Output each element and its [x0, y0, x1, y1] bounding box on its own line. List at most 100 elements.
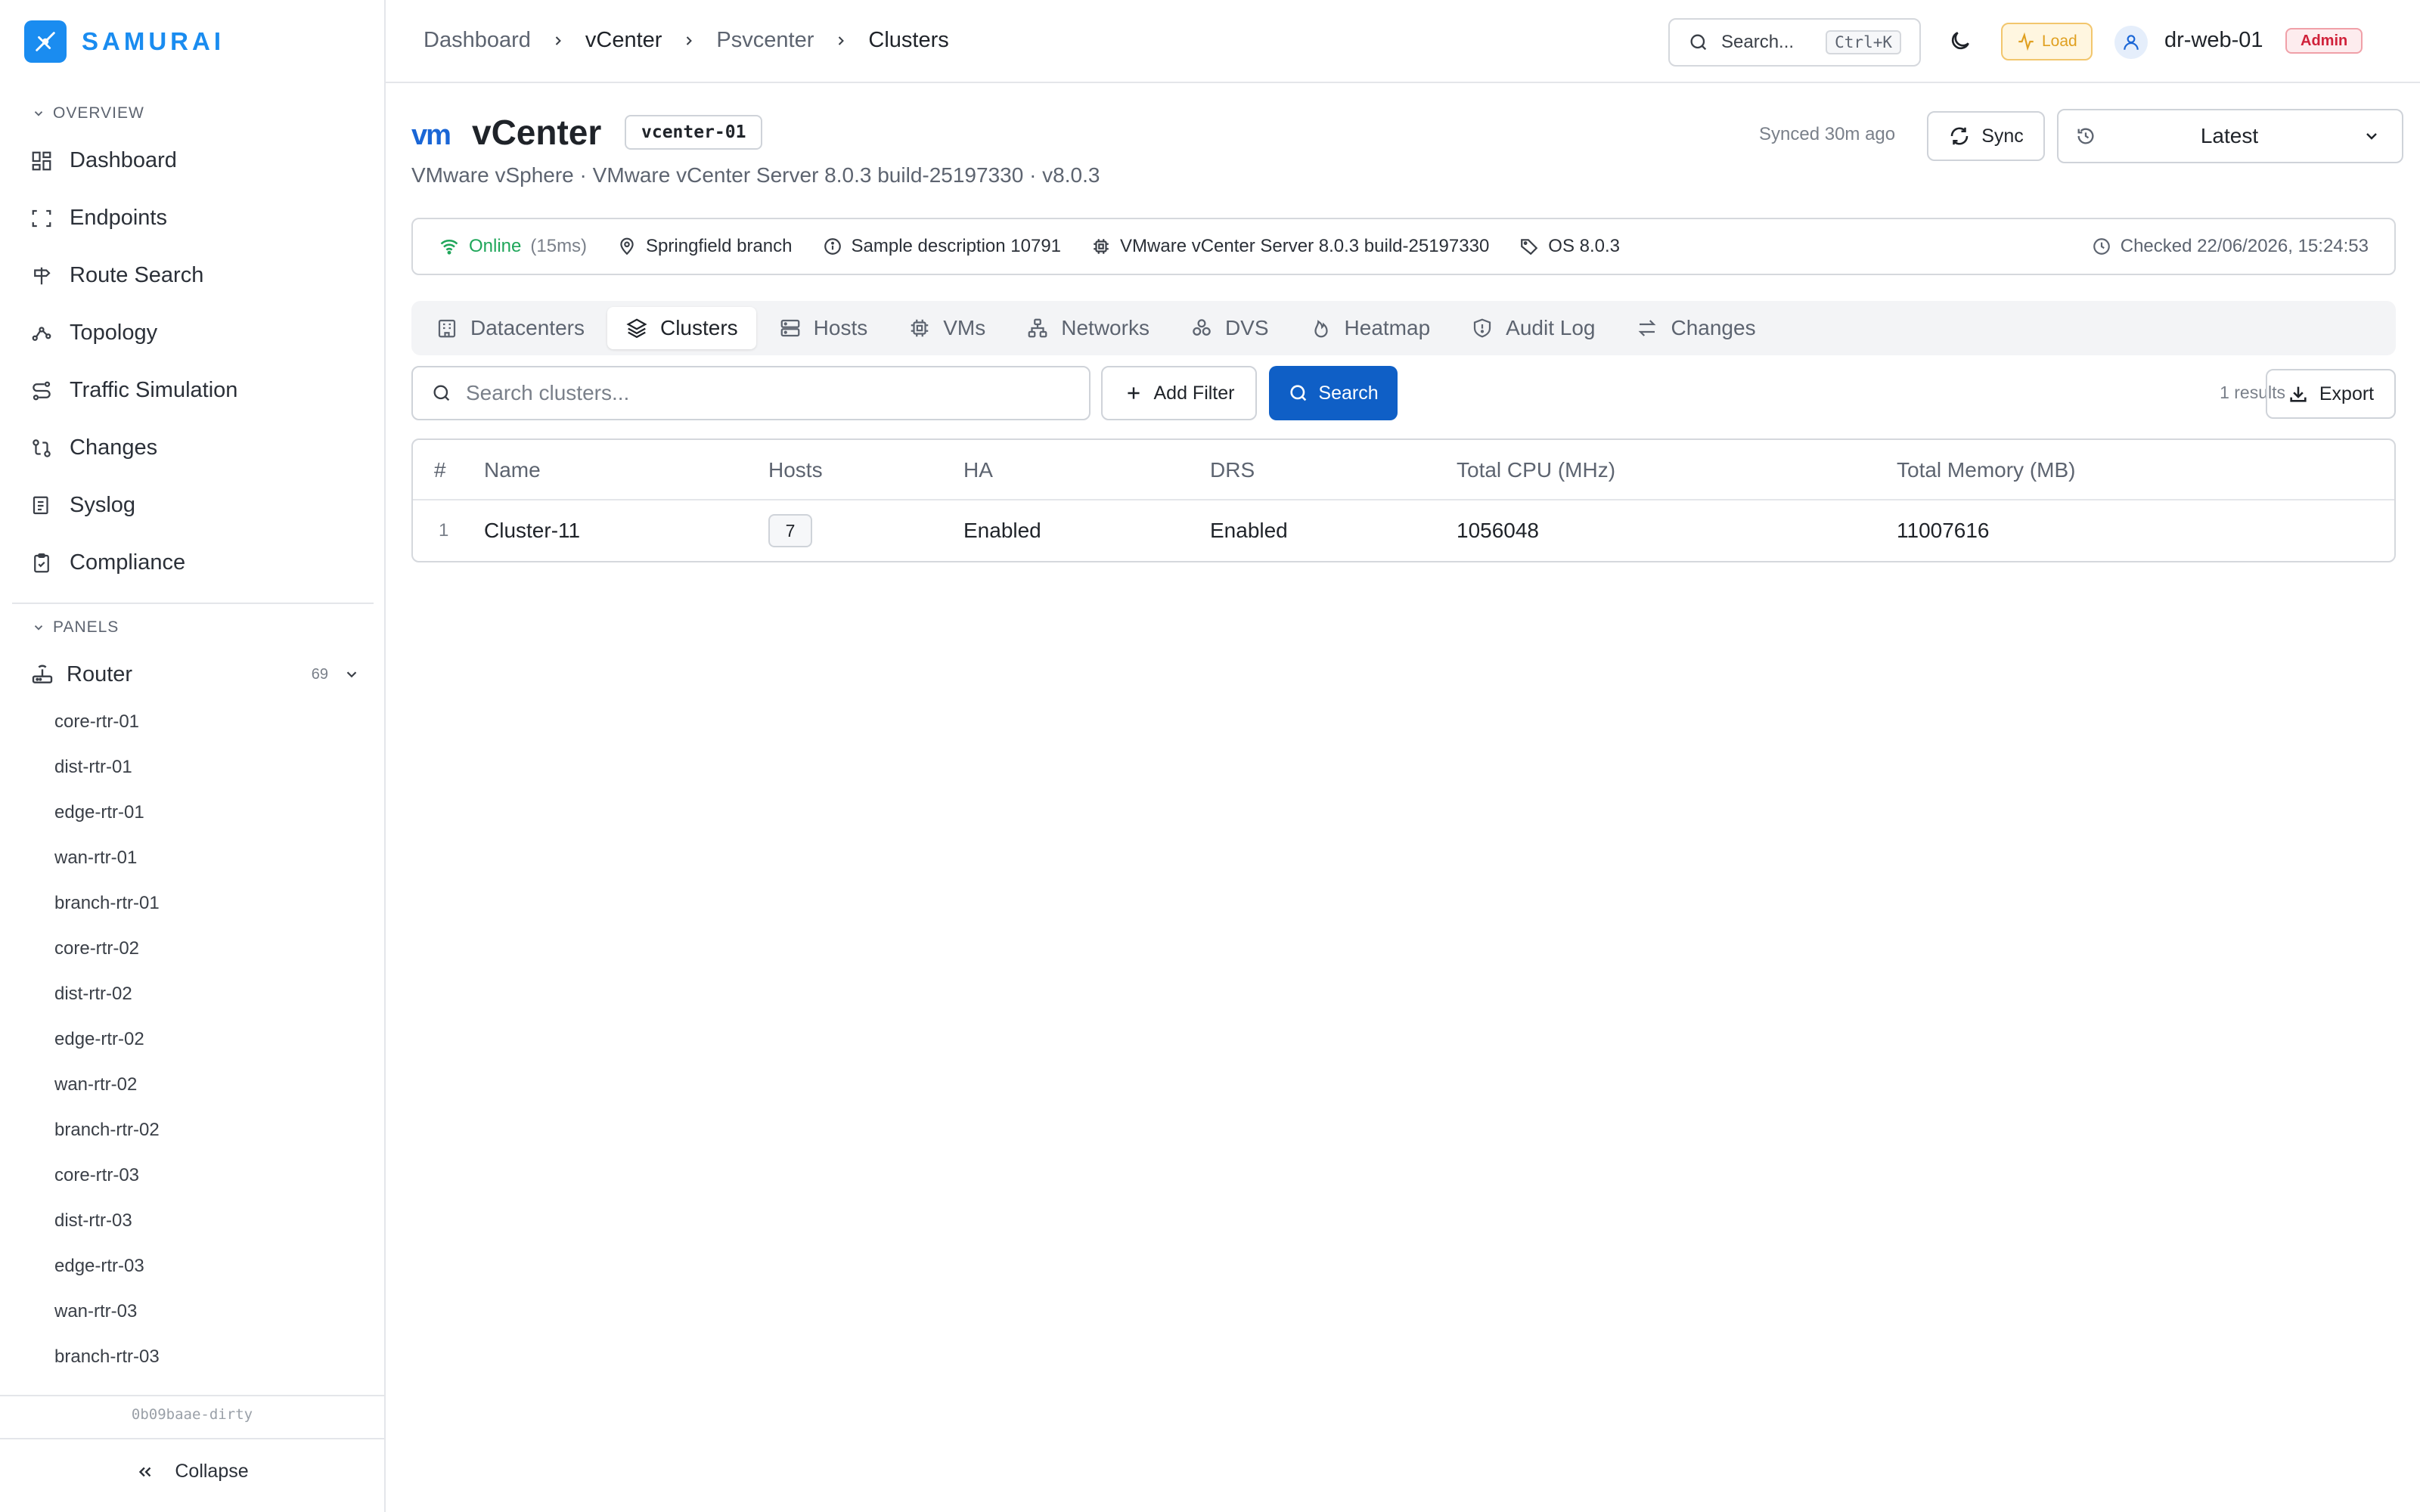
sidebar-item-syslog[interactable]: Syslog: [30, 493, 135, 518]
router-item[interactable]: core-rtr-03: [54, 1165, 139, 1186]
clock-icon: [2093, 238, 2110, 255]
router-item[interactable]: branch-rtr-03: [54, 1346, 160, 1368]
tab-heatmap[interactable]: Heatmap: [1292, 307, 1449, 349]
router-label: Router: [67, 662, 133, 686]
tab-audit-log[interactable]: Audit Log: [1453, 307, 1613, 349]
description-info: Sample description 10791: [823, 236, 1061, 257]
tab-datacenters[interactable]: Datacenters: [417, 307, 603, 349]
sidebar-divider: [0, 1395, 384, 1396]
brand[interactable]: SAMURAI: [24, 20, 225, 63]
column-header-name[interactable]: Name: [484, 440, 541, 500]
page-subtitle: VMware vSphere · VMware vCenter Server 8…: [411, 163, 1100, 187]
collapse-button[interactable]: Collapse: [0, 1461, 384, 1483]
chevron-down-icon[interactable]: [343, 666, 360, 683]
cpu-icon: [911, 319, 929, 337]
tab-vms[interactable]: VMs: [890, 307, 1004, 349]
overview-label: OVERVIEW: [53, 104, 144, 122]
cluster-search-field[interactable]: [411, 366, 1091, 420]
server-icon: [780, 319, 800, 337]
topbar: Dashboard vCenter Psvcenter Clusters Sea…: [386, 0, 2420, 83]
column-header-ha[interactable]: HA: [963, 440, 993, 500]
overview-section-toggle[interactable]: OVERVIEW: [32, 104, 144, 122]
breadcrumb-psvcenter[interactable]: Psvcenter: [716, 28, 814, 53]
collapse-label: Collapse: [175, 1461, 249, 1482]
tab-dvs[interactable]: DVS: [1172, 307, 1287, 349]
router-item[interactable]: edge-rtr-01: [54, 802, 144, 823]
avatar[interactable]: [2114, 26, 2148, 59]
column-header-cpu[interactable]: Total CPU (MHz): [1457, 440, 1615, 500]
tab-label: Networks: [1061, 316, 1150, 339]
export-label: Export: [2319, 383, 2375, 404]
moon-icon: [1951, 32, 1969, 50]
column-header-drs[interactable]: DRS: [1210, 440, 1255, 500]
router-item[interactable]: edge-rtr-02: [54, 1029, 144, 1050]
router-item[interactable]: dist-rtr-01: [54, 757, 132, 778]
export-button[interactable]: Export: [2266, 369, 2396, 419]
sync-label: Sync: [1981, 125, 2024, 147]
sidebar-item-topology[interactable]: Topology: [30, 321, 157, 345]
sidebar-item-route-search[interactable]: Route Search: [30, 263, 203, 288]
sidebar-group-router[interactable]: Router 69: [30, 659, 360, 689]
shortcut-hint: Ctrl+K: [1826, 30, 1901, 54]
sidebar-item-traffic-simulation[interactable]: Traffic Simulation: [30, 378, 237, 403]
device-info-bar: Online (15ms) Springfield branch Sample …: [411, 218, 2396, 275]
total-memory: 11007616: [1897, 519, 1990, 542]
tab-networks[interactable]: Networks: [1008, 307, 1168, 349]
breadcrumb-vcenter[interactable]: vCenter: [585, 28, 662, 53]
tab-hosts[interactable]: Hosts: [761, 307, 886, 349]
cluster-search-input[interactable]: [466, 381, 1086, 405]
hosts-count-badge: 7: [768, 514, 812, 547]
router-item[interactable]: dist-rtr-02: [54, 984, 132, 1005]
sync-button[interactable]: Sync: [1927, 111, 2045, 161]
column-header-hosts[interactable]: Hosts: [768, 440, 823, 500]
breadcrumb-dashboard[interactable]: Dashboard: [424, 28, 531, 53]
router-item[interactable]: core-rtr-01: [54, 711, 139, 733]
row-index: 1: [439, 520, 449, 541]
status-text: Online: [469, 236, 522, 256]
router-item[interactable]: core-rtr-02: [54, 938, 139, 959]
column-header-memory[interactable]: Total Memory (MB): [1897, 440, 2075, 500]
table-row[interactable]: 1 Cluster-11 7 Enabled Enabled 1056048 1…: [413, 500, 2394, 561]
global-search[interactable]: Search... Ctrl+K: [1668, 18, 1921, 67]
location-info: Springfield branch: [617, 236, 793, 257]
samurai-logo-icon: [24, 20, 67, 63]
search-button[interactable]: Search: [1269, 366, 1398, 420]
tab-clusters[interactable]: Clusters: [607, 307, 756, 349]
network-icon: [1028, 318, 1047, 338]
chevron-down-icon: [34, 625, 43, 631]
tab-changes[interactable]: Changes: [1618, 307, 1773, 349]
load-label: Load: [2042, 33, 2077, 50]
tab-label: DVS: [1224, 316, 1269, 339]
activity-icon: [2018, 32, 2034, 51]
sidebar-item-changes[interactable]: Changes: [30, 435, 157, 460]
sidebar-item-label: Compliance: [70, 550, 186, 575]
last-checked: Checked 22/06/2026, 15:24:53: [2092, 236, 2369, 257]
router-item[interactable]: wan-rtr-01: [54, 847, 137, 869]
router-item[interactable]: wan-rtr-02: [54, 1074, 137, 1095]
sidebar-item-endpoints[interactable]: Endpoints: [30, 206, 167, 231]
router-icon: [32, 665, 53, 683]
chevrons-left-icon: [139, 1467, 151, 1476]
snapshot-select[interactable]: Latest: [2057, 109, 2403, 163]
ha-status: Enabled: [963, 519, 1041, 542]
checked-text: Checked 22/06/2026, 15:24:53: [2120, 236, 2369, 256]
add-filter-button[interactable]: Add Filter: [1101, 366, 1257, 420]
panels-section-toggle[interactable]: PANELS: [32, 618, 119, 637]
clusters-table: # Name Hosts HA DRS Total CPU (MHz) Tota…: [411, 438, 2396, 562]
theme-toggle[interactable]: [1948, 29, 1972, 53]
sidebar-item-label: Endpoints: [70, 206, 167, 230]
cluster-name[interactable]: Cluster-11: [484, 500, 580, 561]
signpost-icon: [34, 267, 51, 284]
sidebar-item-dashboard[interactable]: Dashboard: [30, 148, 177, 173]
sidebar-item-compliance[interactable]: Compliance: [30, 550, 185, 575]
router-item[interactable]: wan-rtr-03: [54, 1301, 137, 1322]
router-item[interactable]: branch-rtr-01: [54, 893, 160, 914]
router-item[interactable]: dist-rtr-03: [54, 1210, 132, 1232]
load-button[interactable]: Load: [2001, 23, 2093, 60]
router-item[interactable]: branch-rtr-02: [54, 1120, 160, 1141]
clipboard-check-icon: [34, 553, 49, 572]
scan-icon: [32, 209, 51, 227]
router-item[interactable]: edge-rtr-03: [54, 1256, 144, 1277]
chevron-down-icon: [2366, 133, 2377, 140]
user-name[interactable]: dr-web-01: [2164, 28, 2263, 53]
